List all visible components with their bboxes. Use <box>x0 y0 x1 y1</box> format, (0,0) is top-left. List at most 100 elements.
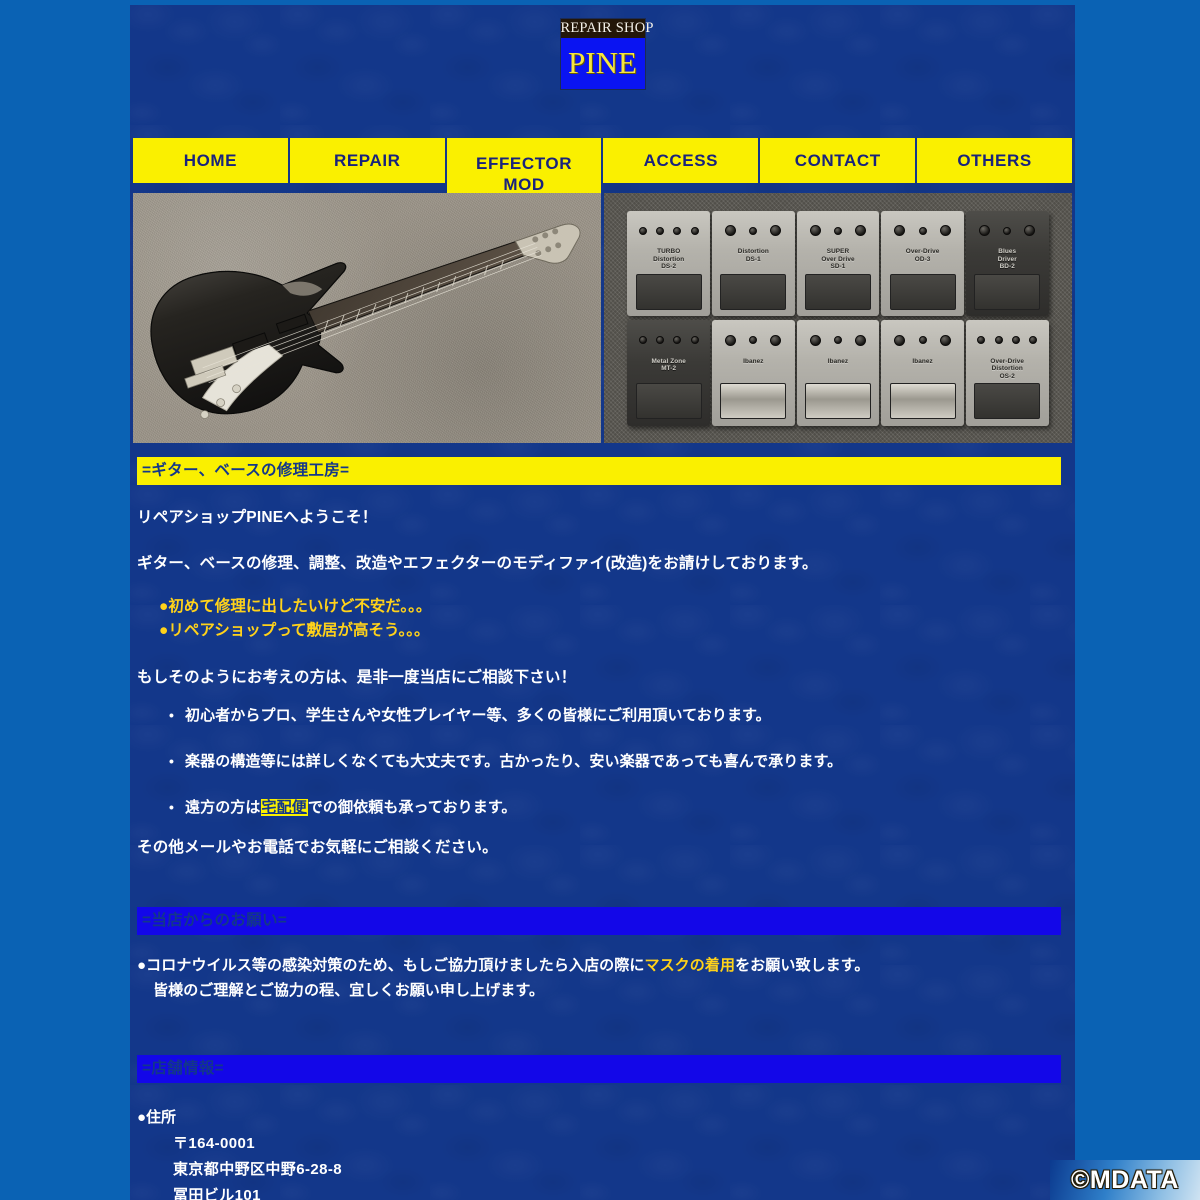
pedal-knobs <box>973 217 1042 244</box>
knob-icon <box>690 336 699 345</box>
pedal-footswitch <box>889 273 956 310</box>
benefit-list: 初心者からプロ、学生さんや女性プレイヤー等、多くの皆様にご利用頂いております。 … <box>167 704 1075 819</box>
pedal-knobs <box>634 326 703 353</box>
knob-icon <box>855 225 867 237</box>
guitar-illustration-icon <box>150 223 581 419</box>
knob-icon <box>770 334 782 346</box>
pedal-item: Over-Drive OD-3 <box>881 210 964 316</box>
address-label: ●住所 <box>137 1109 177 1126</box>
site-logo[interactable]: REPAIR SHOP PINE <box>559 18 654 90</box>
pedal-label: Ibanez <box>827 357 849 365</box>
pedal-footswitch <box>804 383 872 420</box>
pedal-label: Blues Driver BD-2 <box>997 248 1017 271</box>
pedal-label: SUPER Over Drive SD-1 <box>821 248 855 271</box>
watermark-text: ©MDATA <box>1071 1165 1179 1194</box>
hero-image-row: TURBO Distortion DS-2 Distortion DS-1 SU… <box>130 193 1075 443</box>
pedal-item: Distortion DS-1 <box>712 210 795 316</box>
main-navigation: HOME REPAIR EFFECTOR MOD ACCESS CONTACT … <box>130 127 1075 203</box>
mask-notice-part2: をお願い致します。 <box>735 957 870 974</box>
watermark: ©MDATA <box>1050 1160 1200 1200</box>
pedal-label: Over-Drive OD-3 <box>905 248 940 263</box>
knob-icon <box>894 334 906 346</box>
nav-item-home[interactable]: HOME <box>133 138 290 183</box>
consult-text: もしそのようにお考えの方は、是非一度当店にご相談下さい！ <box>137 669 577 686</box>
knob-icon <box>673 336 682 345</box>
knob-icon <box>1024 225 1036 237</box>
welcome-text: リペアショップPINEへようこそ！ <box>137 509 378 526</box>
knob-icon <box>918 226 927 235</box>
knob-icon <box>656 226 665 235</box>
knob-icon <box>994 336 1003 345</box>
pedal-footswitch <box>720 383 787 420</box>
pedal-label: Ibanez <box>743 357 764 365</box>
pedal-item: Ibanez <box>712 320 795 426</box>
pedal-grid: TURBO Distortion DS-2 Distortion DS-1 SU… <box>627 210 1049 426</box>
closing-text: その他メールやお電話でお気軽にご相談ください。 <box>137 839 498 856</box>
main-body: =ギター、ベースの修理工房= リペアショップPINEへようこそ！ ギター、ベース… <box>130 443 1075 1200</box>
knob-icon <box>1003 226 1012 235</box>
pedal-knobs <box>719 217 788 244</box>
knob-icon <box>979 225 991 237</box>
pedal-item: Ibanez <box>881 320 964 426</box>
pedal-item: Metal Zone MT-2 <box>627 320 711 426</box>
knob-icon <box>749 336 758 345</box>
pedals-photo: TURBO Distortion DS-2 Distortion DS-1 SU… <box>604 193 1072 443</box>
knob-icon <box>833 226 842 235</box>
pedal-label: Ibanez <box>912 357 933 365</box>
concern-list: ●初めて修理に出したいけど不安だ。。。 ●リペアショップって敷居が高そう。。。 <box>159 595 1075 643</box>
knob-icon <box>690 226 699 235</box>
nav-item-effector-mod-line2: MOD <box>503 175 545 194</box>
list-item: 遠方の方は宅配便での御依頼も承っております。 <box>167 796 1075 819</box>
pedal-item: TURBO Distortion DS-2 <box>627 210 711 316</box>
nav-item-contact[interactable]: CONTACT <box>760 138 918 183</box>
knob-icon <box>725 334 737 346</box>
pedal-item: Over-Drive Distortion OS-2 <box>965 320 1049 426</box>
knob-icon <box>749 226 758 235</box>
pedal-knobs <box>803 326 872 353</box>
site-content: REPAIR SHOP PINE HOME REPAIR EFFECTOR MO… <box>130 5 1075 1200</box>
knob-icon <box>809 225 821 237</box>
mask-notice: ●コロナウイルス等の感染対策のため、もしご協力頂けましたら入店の際にマスクの着用… <box>137 953 1075 1003</box>
pedal-footswitch <box>974 273 1041 310</box>
mask-notice-part1: ●コロナウイルス等の感染対策のため、もしご協力頂けましたら入店の際に <box>137 957 645 974</box>
delivery-service-link[interactable]: 宅配便 <box>260 799 308 816</box>
knob-icon <box>894 225 906 237</box>
pedal-knobs <box>888 217 957 244</box>
section-heading-request: =当店からのお願い= <box>137 907 1061 935</box>
address-postal-code: 〒164-0001 <box>173 1135 255 1152</box>
knob-icon <box>1029 336 1038 345</box>
knob-icon <box>656 336 665 345</box>
nav-item-repair[interactable]: REPAIR <box>289 138 447 183</box>
knob-icon <box>855 334 867 346</box>
pedal-knobs <box>719 326 788 353</box>
section-heading-workshop: =ギター、ベースの修理工房= <box>137 457 1061 485</box>
knob-icon <box>638 226 647 235</box>
pedal-label: Distortion DS-1 <box>737 248 769 263</box>
pedal-knobs <box>888 326 957 353</box>
knob-icon <box>939 225 951 237</box>
pedal-footswitch <box>635 273 702 310</box>
shop-address-block: ●住所 〒164-0001 東京都中野区中野6-28-8 冨田ビル101 <box>137 1105 1075 1200</box>
knob-icon <box>1011 336 1020 345</box>
logo-name: PINE <box>560 38 645 89</box>
list-item: 初心者からプロ、学生さんや女性プレイヤー等、多くの皆様にご利用頂いております。 <box>167 704 1075 727</box>
pedal-label: Metal Zone MT-2 <box>651 357 686 373</box>
nav-item-access[interactable]: ACCESS <box>603 138 761 183</box>
pedal-item: Blues Driver BD-2 <box>965 210 1049 316</box>
pedal-footswitch <box>974 383 1041 420</box>
knob-icon <box>977 336 986 345</box>
nav-item-others[interactable]: OTHERS <box>917 138 1072 183</box>
list-item-suffix: での御依頼も承っております。 <box>307 799 517 816</box>
pedal-knobs <box>973 326 1042 353</box>
pedal-footswitch <box>720 273 787 310</box>
knob-icon <box>809 334 821 346</box>
pedal-knobs <box>634 217 703 244</box>
site-header: REPAIR SHOP PINE <box>130 5 1075 127</box>
concern-item: ●初めて修理に出したいけど不安だ。。。 <box>159 598 432 615</box>
guitar-photo <box>133 193 601 443</box>
list-item: 楽器の構造等には詳しくなくても大丈夫です。古かったり、安い楽器であっても喜んで承… <box>167 750 1075 773</box>
address-building: 冨田ビル101 <box>173 1187 261 1200</box>
pedal-footswitch <box>635 383 702 420</box>
pedal-label: TURBO Distortion DS-2 <box>653 248 685 271</box>
logo-tagline: REPAIR SHOP <box>560 19 654 38</box>
